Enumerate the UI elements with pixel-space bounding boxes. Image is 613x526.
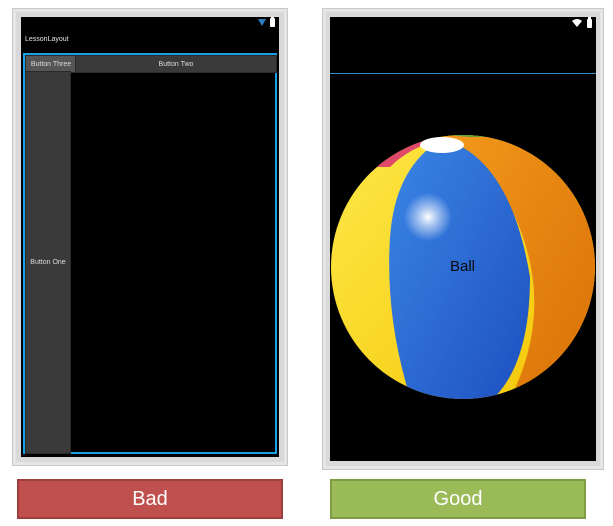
bad-caption: Bad: [17, 479, 283, 519]
beach-ball-image[interactable]: [330, 17, 596, 461]
signal-icon: [258, 18, 266, 26]
status-bar: [21, 17, 279, 31]
good-phone-screen: Ball: [330, 17, 596, 461]
layout-selection-frame: Button Three Button Two Button One: [23, 53, 277, 454]
good-phone-frame: Ball: [322, 8, 604, 470]
bad-phone-frame: LessonLayout Button Three Button Two But…: [12, 8, 288, 466]
app-title: LessonLayout: [25, 36, 69, 43]
button-two[interactable]: Button Two: [75, 55, 277, 73]
ball-label: Ball: [450, 258, 476, 275]
good-caption: Good: [330, 479, 586, 519]
button-one[interactable]: Button One: [25, 71, 71, 454]
bad-phone-screen: LessonLayout Button Three Button Two But…: [21, 17, 279, 457]
battery-icon: [270, 17, 275, 27]
